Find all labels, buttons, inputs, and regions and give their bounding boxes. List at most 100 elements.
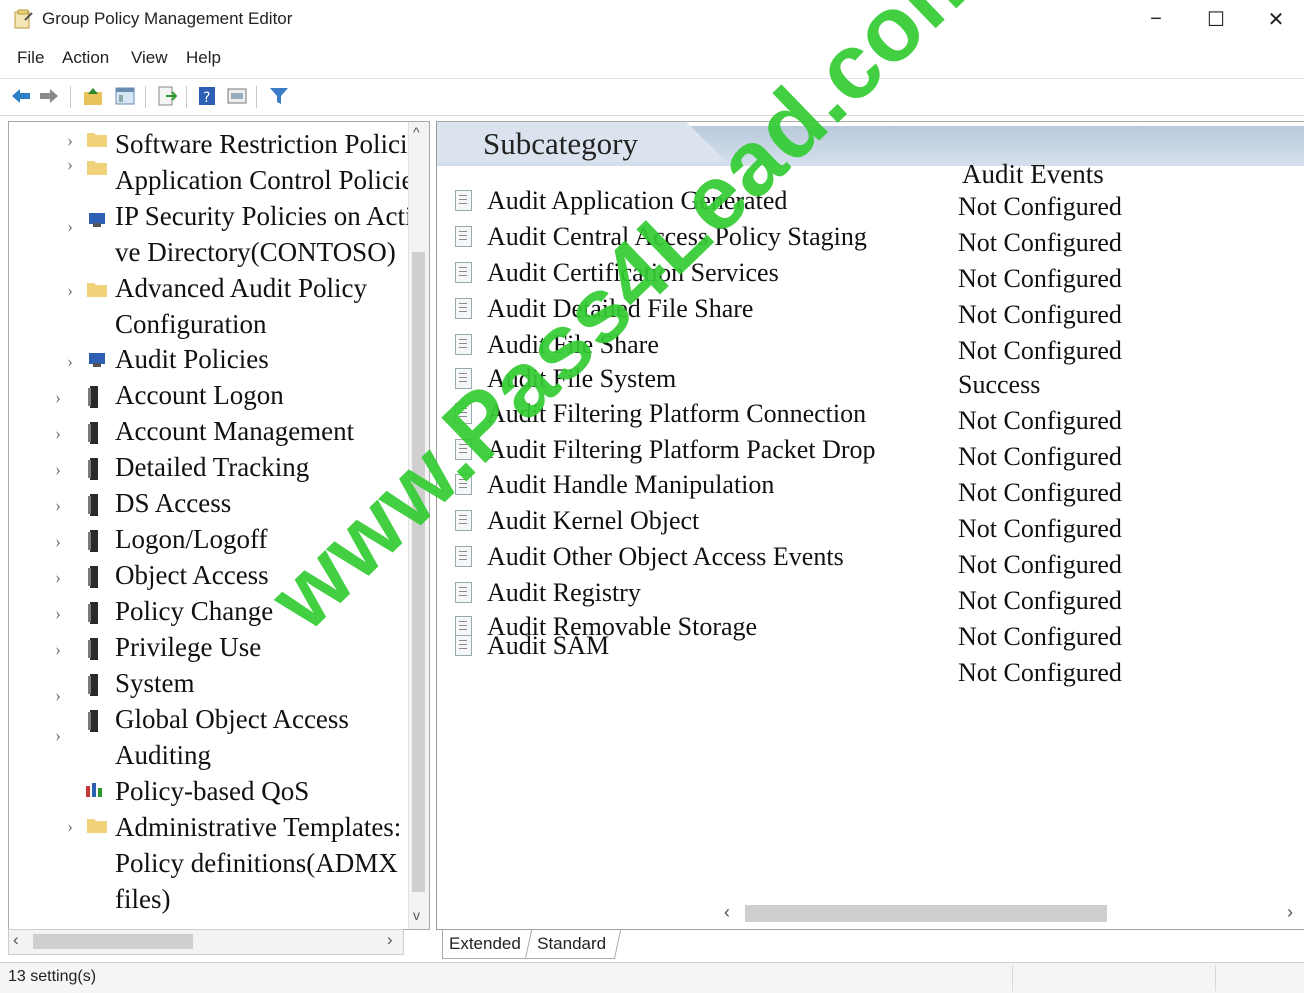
expand-chevron-icon[interactable]: › — [55, 459, 61, 480]
subcategory-label: Audit Central Access Policy Staging — [487, 222, 867, 251]
policy-icon — [88, 638, 98, 660]
menu-file[interactable]: File — [17, 48, 44, 68]
list-item[interactable]: Audit Application Generated — [455, 186, 787, 216]
scroll-right-icon[interactable]: › — [1287, 902, 1293, 923]
scroll-left-icon[interactable]: ‹ — [724, 902, 730, 923]
list-item[interactable]: Audit Certification Services — [455, 258, 779, 288]
list-item[interactable]: Audit Kernel Object — [455, 506, 699, 536]
tree-item-detailed-tracking[interactable]: Detailed Tracking — [115, 452, 309, 482]
expand-chevron-icon[interactable]: › — [55, 725, 61, 746]
forward-arrow-icon[interactable] — [38, 85, 60, 107]
back-arrow-icon[interactable] — [10, 85, 32, 107]
subcategory-label: Audit File Share — [487, 330, 659, 359]
folder-icon — [87, 161, 107, 175]
expand-chevron-icon[interactable]: › — [55, 685, 61, 706]
filter-icon[interactable] — [268, 85, 290, 107]
menu-action[interactable]: Action — [62, 48, 109, 68]
tree-item-administrative-templates-cont2[interactable]: files) — [115, 884, 170, 914]
export-list-icon[interactable] — [156, 85, 178, 107]
tree-vertical-scrollbar[interactable]: ^ v — [408, 122, 429, 929]
list-item[interactable]: Audit File System — [455, 364, 676, 394]
list-item[interactable]: Audit Filtering Platform Packet Drop — [455, 435, 876, 465]
menu-help[interactable]: Help — [186, 48, 221, 68]
tree-scroll-thumb[interactable] — [412, 252, 425, 892]
tree-item-logon-logoff[interactable]: Logon/Logoff — [115, 524, 267, 554]
expand-chevron-icon[interactable]: › — [67, 130, 73, 151]
scroll-up-icon[interactable]: ^ — [413, 124, 420, 140]
title-bar: Group Policy Management Editor − ☐ ✕ — [0, 0, 1304, 40]
details-horizontal-scrollbar[interactable]: ‹ › — [719, 900, 1304, 926]
tree-item-software-restriction[interactable]: Software Restriction Policies — [115, 129, 429, 159]
tree-item-administrative-templates-cont[interactable]: Policy definitions(ADMX — [115, 848, 398, 878]
group-policy-app-icon — [14, 9, 33, 29]
expand-chevron-icon[interactable]: › — [55, 423, 61, 444]
audit-setting-value: Success — [958, 370, 1041, 399]
policy-icon — [88, 530, 98, 552]
list-item[interactable]: Audit Filtering Platform Connection — [455, 399, 866, 429]
show-hide-tree-icon[interactable] — [114, 85, 136, 107]
maximize-button[interactable]: ☐ — [1193, 4, 1239, 34]
expand-chevron-icon[interactable]: › — [67, 216, 73, 237]
minimize-button[interactable]: − — [1133, 4, 1179, 34]
expand-chevron-icon[interactable]: › — [55, 495, 61, 516]
expand-chevron-icon[interactable]: › — [67, 351, 73, 372]
tree-item-administrative-templates[interactable]: Administrative Templates: — [115, 812, 401, 842]
expand-chevron-icon[interactable]: › — [55, 603, 61, 624]
tree-item-system[interactable]: System — [115, 668, 195, 698]
close-button[interactable]: ✕ — [1253, 4, 1299, 34]
tree-item-object-access[interactable]: Object Access — [115, 560, 269, 590]
tree-item-ds-access[interactable]: DS Access — [115, 488, 231, 518]
scroll-right-icon[interactable]: › — [387, 930, 393, 950]
console-tree: › Software Restriction Policies › Applic… — [9, 122, 429, 914]
tree-item-ip-security-cont[interactable]: ve Directory(CONTOSO) — [115, 237, 396, 267]
expand-chevron-icon[interactable]: › — [67, 280, 73, 301]
audit-setting-value: Not Configured — [958, 586, 1122, 615]
list-item[interactable]: Audit Registry — [455, 578, 641, 608]
tree-item-privilege-use[interactable]: Privilege Use — [115, 632, 261, 662]
tree-hscroll-thumb[interactable] — [33, 934, 193, 949]
tree-item-ip-security[interactable]: IP Security Policies on Acti- — [115, 201, 421, 231]
list-item[interactable]: Audit Detailed File Share — [455, 294, 753, 324]
audit-setting-value: Not Configured — [958, 300, 1122, 329]
help-icon[interactable]: ? — [196, 85, 218, 107]
tab-extended[interactable]: Extended — [442, 930, 531, 959]
tab-standard[interactable]: Standard — [524, 930, 622, 959]
subcategory-column-header[interactable]: Subcategory — [483, 126, 638, 162]
list-item[interactable]: Audit File Share — [455, 330, 659, 360]
list-item[interactable]: Audit Other Object Access Events — [455, 542, 844, 572]
scroll-down-icon[interactable]: v — [413, 907, 420, 923]
tree-item-policy-change[interactable]: Policy Change — [115, 596, 273, 626]
status-text: 13 setting(s) — [8, 968, 97, 985]
scroll-left-icon[interactable]: ‹ — [13, 930, 19, 950]
menu-view[interactable]: View — [131, 48, 168, 68]
tree-item-advanced-audit[interactable]: Advanced Audit Policy — [115, 273, 367, 303]
tree-item-advanced-audit-cont[interactable]: Configuration — [115, 309, 266, 339]
tree-item-audit-policies[interactable]: Audit Policies — [115, 344, 269, 374]
details-hscroll-thumb[interactable] — [745, 905, 1107, 922]
tree-horizontal-scrollbar[interactable]: ‹ › — [8, 929, 404, 955]
subcategory-label: Audit Registry — [487, 578, 641, 607]
properties-pane-icon[interactable] — [226, 85, 248, 107]
expand-chevron-icon[interactable]: › — [55, 639, 61, 660]
expand-chevron-icon[interactable]: › — [67, 154, 73, 175]
list-item[interactable]: Audit SAM — [455, 631, 609, 661]
audit-events-column-header[interactable]: Audit Events — [962, 159, 1104, 190]
tree-item-account-management[interactable]: Account Management — [115, 416, 354, 446]
list-item[interactable]: Audit Central Access Policy Staging — [455, 222, 867, 252]
list-item[interactable]: Audit Handle Manipulation — [455, 470, 774, 500]
expand-chevron-icon[interactable]: › — [55, 531, 61, 552]
tree-item-policy-based-qos[interactable]: Policy-based QoS — [115, 776, 309, 806]
details-pane: Subcategory Audit Events Audit Applicati… — [436, 121, 1304, 929]
expand-chevron-icon[interactable]: › — [67, 816, 73, 837]
expand-chevron-icon[interactable]: › — [55, 387, 61, 408]
tree-item-global-object-access-cont[interactable]: Auditing — [115, 740, 211, 770]
audit-policies-icon — [89, 353, 105, 367]
console-tree-pane[interactable]: › Software Restriction Policies › Applic… — [8, 121, 430, 930]
folder-icon — [87, 283, 107, 297]
up-folder-icon[interactable] — [82, 85, 104, 107]
tree-item-account-logon[interactable]: Account Logon — [115, 380, 284, 410]
tree-item-application-control[interactable]: Application Control Policies — [115, 165, 424, 195]
policy-icon — [88, 602, 98, 624]
expand-chevron-icon[interactable]: › — [55, 567, 61, 588]
tree-item-global-object-access[interactable]: Global Object Access — [115, 704, 349, 734]
